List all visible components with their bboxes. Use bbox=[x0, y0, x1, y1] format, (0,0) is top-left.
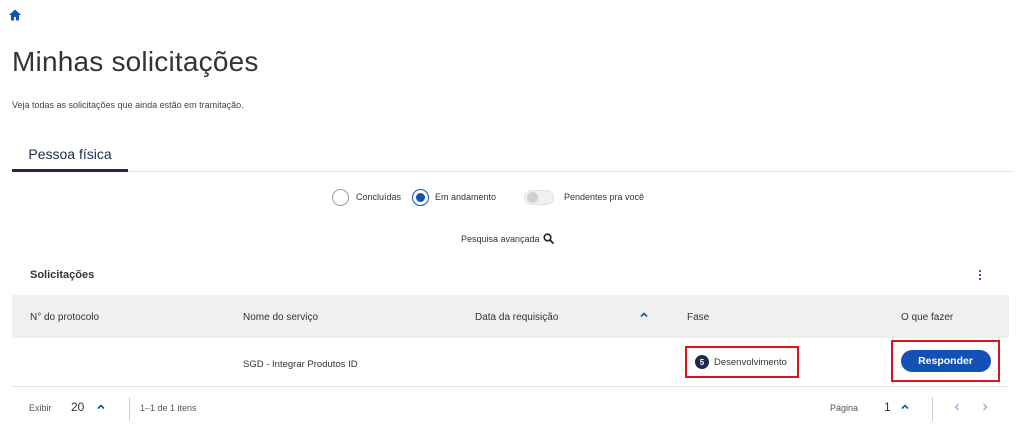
pending-toggle-label: Pendentes pra você bbox=[564, 192, 645, 202]
chevron-right-icon[interactable] bbox=[980, 402, 990, 412]
pagination-bar: Exibir 20 1–1 de 1 itens Página 1 bbox=[12, 395, 1009, 421]
column-header-service: Nome do serviço bbox=[243, 312, 319, 323]
advanced-search-label: Pesquisa avançada bbox=[461, 233, 540, 244]
table-header: N° do protocolo Nome do serviço Data da … bbox=[12, 295, 1009, 338]
page-title: Minhas solicitações bbox=[12, 46, 259, 77]
current-page-select[interactable]: 1 bbox=[884, 400, 891, 414]
kebab-menu-icon[interactable] bbox=[977, 269, 983, 281]
divider bbox=[129, 397, 130, 421]
phase-badge: 5 Desenvolvimento bbox=[685, 346, 799, 378]
sort-ascending-icon[interactable] bbox=[639, 310, 649, 320]
column-header-date[interactable]: Data da requisição bbox=[475, 312, 558, 323]
column-header-action: O que fazer bbox=[901, 312, 954, 323]
column-header-phase: Fase bbox=[687, 312, 710, 323]
chevron-up-icon[interactable] bbox=[900, 402, 910, 412]
advanced-search-link[interactable]: Pesquisa avançada bbox=[461, 233, 554, 244]
tab-pessoa-fisica[interactable]: Pessoa física bbox=[12, 138, 128, 172]
search-icon bbox=[542, 233, 554, 244]
column-header-protocol: N° do protocolo bbox=[30, 312, 100, 323]
page-size-select[interactable]: 20 bbox=[71, 400, 84, 414]
chevron-up-icon[interactable] bbox=[96, 402, 106, 412]
pending-toggle[interactable] bbox=[524, 190, 554, 205]
page-subtitle: Veja todas as solicitações que ainda est… bbox=[12, 100, 244, 110]
phase-number: 5 bbox=[695, 355, 709, 369]
radio-em-andamento[interactable] bbox=[412, 189, 429, 206]
cell-service: SGD - Integrar Produtos ID bbox=[243, 359, 358, 370]
range-text: 1–1 de 1 itens bbox=[140, 403, 197, 413]
phase-label: Desenvolvimento bbox=[714, 356, 787, 368]
tab-bar: Pessoa física bbox=[12, 138, 1012, 172]
filter-bar: Concluídas Em andamento Pendentes pra vo… bbox=[0, 189, 1024, 207]
home-icon[interactable] bbox=[8, 8, 22, 22]
section-title: Solicitações bbox=[30, 269, 95, 281]
radio-concluidas[interactable] bbox=[332, 189, 349, 206]
table-row: SGD - Integrar Produtos ID 5 Desenvolvim… bbox=[12, 338, 1009, 387]
divider bbox=[932, 397, 933, 421]
page-size-label: Exibir bbox=[29, 403, 52, 413]
action-highlight: Responder bbox=[891, 340, 1000, 382]
page-label: Página bbox=[830, 403, 859, 413]
radio-concluidas-label: Concluídas bbox=[356, 192, 402, 202]
chevron-left-icon[interactable] bbox=[952, 402, 962, 412]
radio-em-andamento-label: Em andamento bbox=[435, 192, 497, 202]
respond-button[interactable]: Responder bbox=[900, 350, 991, 372]
